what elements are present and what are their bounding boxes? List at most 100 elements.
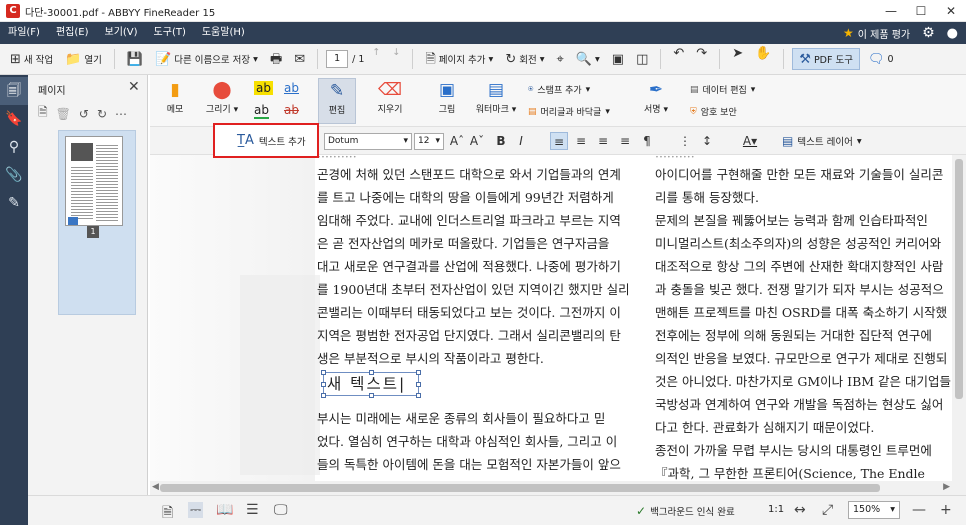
line-spacing-icon[interactable]: ↕ — [698, 132, 716, 150]
font-grow-icon[interactable]: Aˆ — [448, 132, 466, 150]
two-page-view-icon[interactable]: 📖 — [216, 502, 233, 518]
save-button[interactable]: 💾 — [123, 47, 147, 71]
stamp-add-button[interactable]: ⍟ 스탬프 추가 ▾ — [528, 81, 590, 98]
bookmark-icon[interactable]: 🔖 — [0, 105, 28, 133]
crop-button[interactable]: ⌖ — [552, 47, 567, 71]
single-page-view-icon[interactable]: 🗎 — [162, 502, 173, 525]
attachment-icon[interactable]: 📎 — [0, 161, 28, 189]
underline-icon[interactable]: ab — [284, 81, 299, 95]
new-text-box[interactable]: 새 텍스트| — [321, 370, 421, 398]
resize-handle[interactable] — [416, 393, 421, 398]
vertical-scrollbar[interactable] — [952, 155, 966, 495]
memo-button[interactable]: ▮ 메모 — [160, 78, 190, 124]
print-button[interactable]: 🖶 — [266, 47, 286, 71]
picture-button[interactable]: ▣ 그림 — [432, 78, 462, 124]
open-button[interactable]: 📁 열기 — [61, 47, 106, 71]
zoom-out-icon[interactable]: — — [912, 502, 926, 518]
page-number-input[interactable]: 1 — [326, 50, 349, 68]
actual-size-button[interactable]: 1:1 — [768, 504, 784, 515]
add-page-icon[interactable]: 🗎 — [38, 103, 48, 124]
align-left-icon[interactable]: ≡ — [550, 132, 568, 150]
squiggly-icon[interactable]: ab — [254, 103, 269, 119]
continuous-view-icon[interactable]: ☰ — [246, 502, 259, 518]
signature-button[interactable]: ✒ 서명 ▾ — [638, 78, 674, 124]
italic-icon[interactable]: I — [512, 132, 530, 150]
menu-help[interactable]: 도움말(H) — [194, 22, 253, 44]
erase-button[interactable]: ⌫ 지우기 — [370, 78, 410, 124]
signature-panel-icon[interactable]: ✎ — [0, 189, 28, 217]
image-button[interactable]: ▣ — [608, 47, 628, 71]
rotate-button[interactable]: ↻ 회전 ▾ — [501, 47, 548, 71]
resize-handle[interactable] — [369, 370, 374, 375]
font-color-icon[interactable]: A▾ — [736, 132, 764, 150]
page-split-button[interactable]: ◫ — [632, 47, 652, 71]
add-text-button[interactable]: T̲A 텍스트 추가 — [213, 123, 319, 158]
add-page-button[interactable]: 🗎 페이지 추가 ▾ — [421, 47, 497, 71]
redo-icon[interactable]: ↷ — [692, 47, 711, 71]
save-as-button[interactable]: 📝 다른 이름으로 저장 ▾ — [151, 47, 262, 71]
close-panel-icon[interactable]: ✕ — [128, 79, 140, 95]
maximize-icon[interactable]: ☐ — [906, 0, 936, 22]
justify-icon[interactable]: ≡ — [616, 132, 634, 150]
draw-button[interactable]: ⬤ 그리기 ▾ — [198, 78, 246, 124]
more-options-icon[interactable]: ⋯ — [115, 107, 127, 121]
presentation-icon[interactable]: 🖵 — [274, 502, 288, 518]
align-center-icon[interactable]: ≡ — [572, 132, 590, 150]
encrypt-button[interactable]: ⛨ 암호 보안 — [690, 103, 737, 120]
edit-button[interactable]: ✎ 편집 — [318, 78, 356, 124]
rotate-right-icon[interactable]: ↻ — [97, 107, 107, 121]
font-shrink-icon[interactable]: Aˇ — [468, 132, 486, 150]
hand-tool-icon[interactable]: ✋ — [751, 47, 775, 71]
scroll-pages-view-icon[interactable]: ⎓ — [188, 502, 204, 518]
account-icon[interactable]: ● — [947, 26, 958, 41]
font-family-select[interactable]: Dotum ▾ — [324, 133, 412, 150]
font-size-select[interactable]: 12 ▾ — [414, 133, 444, 150]
document-view[interactable]: ·········· 곤경에 처해 있던 스탠포드 대학으로 와서 기업들과의 … — [150, 155, 966, 495]
numbered-list-icon[interactable]: ⋮ — [676, 132, 694, 150]
vertical-scroll-thumb[interactable] — [955, 159, 963, 399]
page-options-button[interactable]: 🔍 ▾ — [572, 47, 604, 71]
horizontal-scroll-thumb[interactable] — [160, 484, 880, 492]
close-icon[interactable]: ✕ — [936, 0, 966, 22]
rotate-left-icon[interactable]: ↺ — [79, 107, 89, 121]
page-thumbnail[interactable]: 1 — [58, 130, 136, 315]
paragraph-direction-icon[interactable]: ¶ — [638, 132, 656, 150]
watermark-button[interactable]: ▤ 워터마크 ▾ — [472, 78, 520, 124]
prev-page-icon[interactable]: ↑ — [368, 47, 384, 71]
undo-icon[interactable]: ↶ — [669, 47, 688, 71]
new-task-button[interactable]: ⊞ 새 작업 — [6, 47, 57, 71]
align-right-icon[interactable]: ≡ — [594, 132, 612, 150]
zoom-in-icon[interactable]: + — [940, 502, 952, 518]
scroll-right-icon[interactable]: ▶ — [943, 482, 950, 492]
menu-view[interactable]: 보기(V) — [97, 22, 146, 44]
comments-button[interactable]: 🗨 0 — [864, 47, 898, 71]
next-page-icon[interactable]: ↓ — [388, 47, 404, 71]
resize-handle[interactable] — [321, 393, 326, 398]
resize-handle[interactable] — [369, 393, 374, 398]
strikethrough-icon[interactable]: ab — [284, 103, 299, 117]
resize-handle[interactable] — [321, 382, 326, 387]
gear-icon[interactable]: ⚙ — [922, 25, 935, 41]
pdf-tools-button[interactable]: ⚒ PDF 도구 — [792, 48, 860, 70]
email-button[interactable]: ✉ — [290, 47, 309, 71]
evaluate-product-link[interactable]: ★ 이 제품 평가 — [843, 26, 910, 41]
bold-icon[interactable]: B — [492, 132, 510, 150]
search-icon[interactable]: ⚲ — [0, 133, 28, 161]
delete-page-icon[interactable]: 🗑 — [56, 107, 71, 121]
text-layer-button[interactable]: ▤ 텍스트 레이어 ▾ — [782, 132, 862, 150]
resize-handle[interactable] — [321, 370, 326, 375]
menu-file[interactable]: 파일(F) — [0, 22, 48, 44]
scroll-left-icon[interactable]: ◀ — [152, 482, 159, 492]
pages-panel-icon[interactable]: 🗐 — [0, 77, 28, 105]
resize-handle[interactable] — [416, 370, 421, 375]
highlight-icon[interactable]: ab — [254, 81, 273, 95]
minimize-icon[interactable]: — — [876, 0, 906, 22]
menu-tools[interactable]: 도구(T) — [146, 22, 194, 44]
menu-edit[interactable]: 편집(E) — [48, 22, 97, 44]
fit-width-icon[interactable]: ↔ — [794, 502, 806, 518]
fit-page-icon[interactable]: ⤢ — [822, 502, 833, 518]
header-footer-button[interactable]: ▤ 머리글과 바닥글 ▾ — [528, 103, 610, 120]
data-edit-button[interactable]: ▤ 데이터 편집 ▾ — [690, 81, 755, 98]
zoom-select[interactable]: 150% ▾ — [848, 501, 900, 519]
select-pointer-icon[interactable]: ➤ — [728, 47, 747, 71]
